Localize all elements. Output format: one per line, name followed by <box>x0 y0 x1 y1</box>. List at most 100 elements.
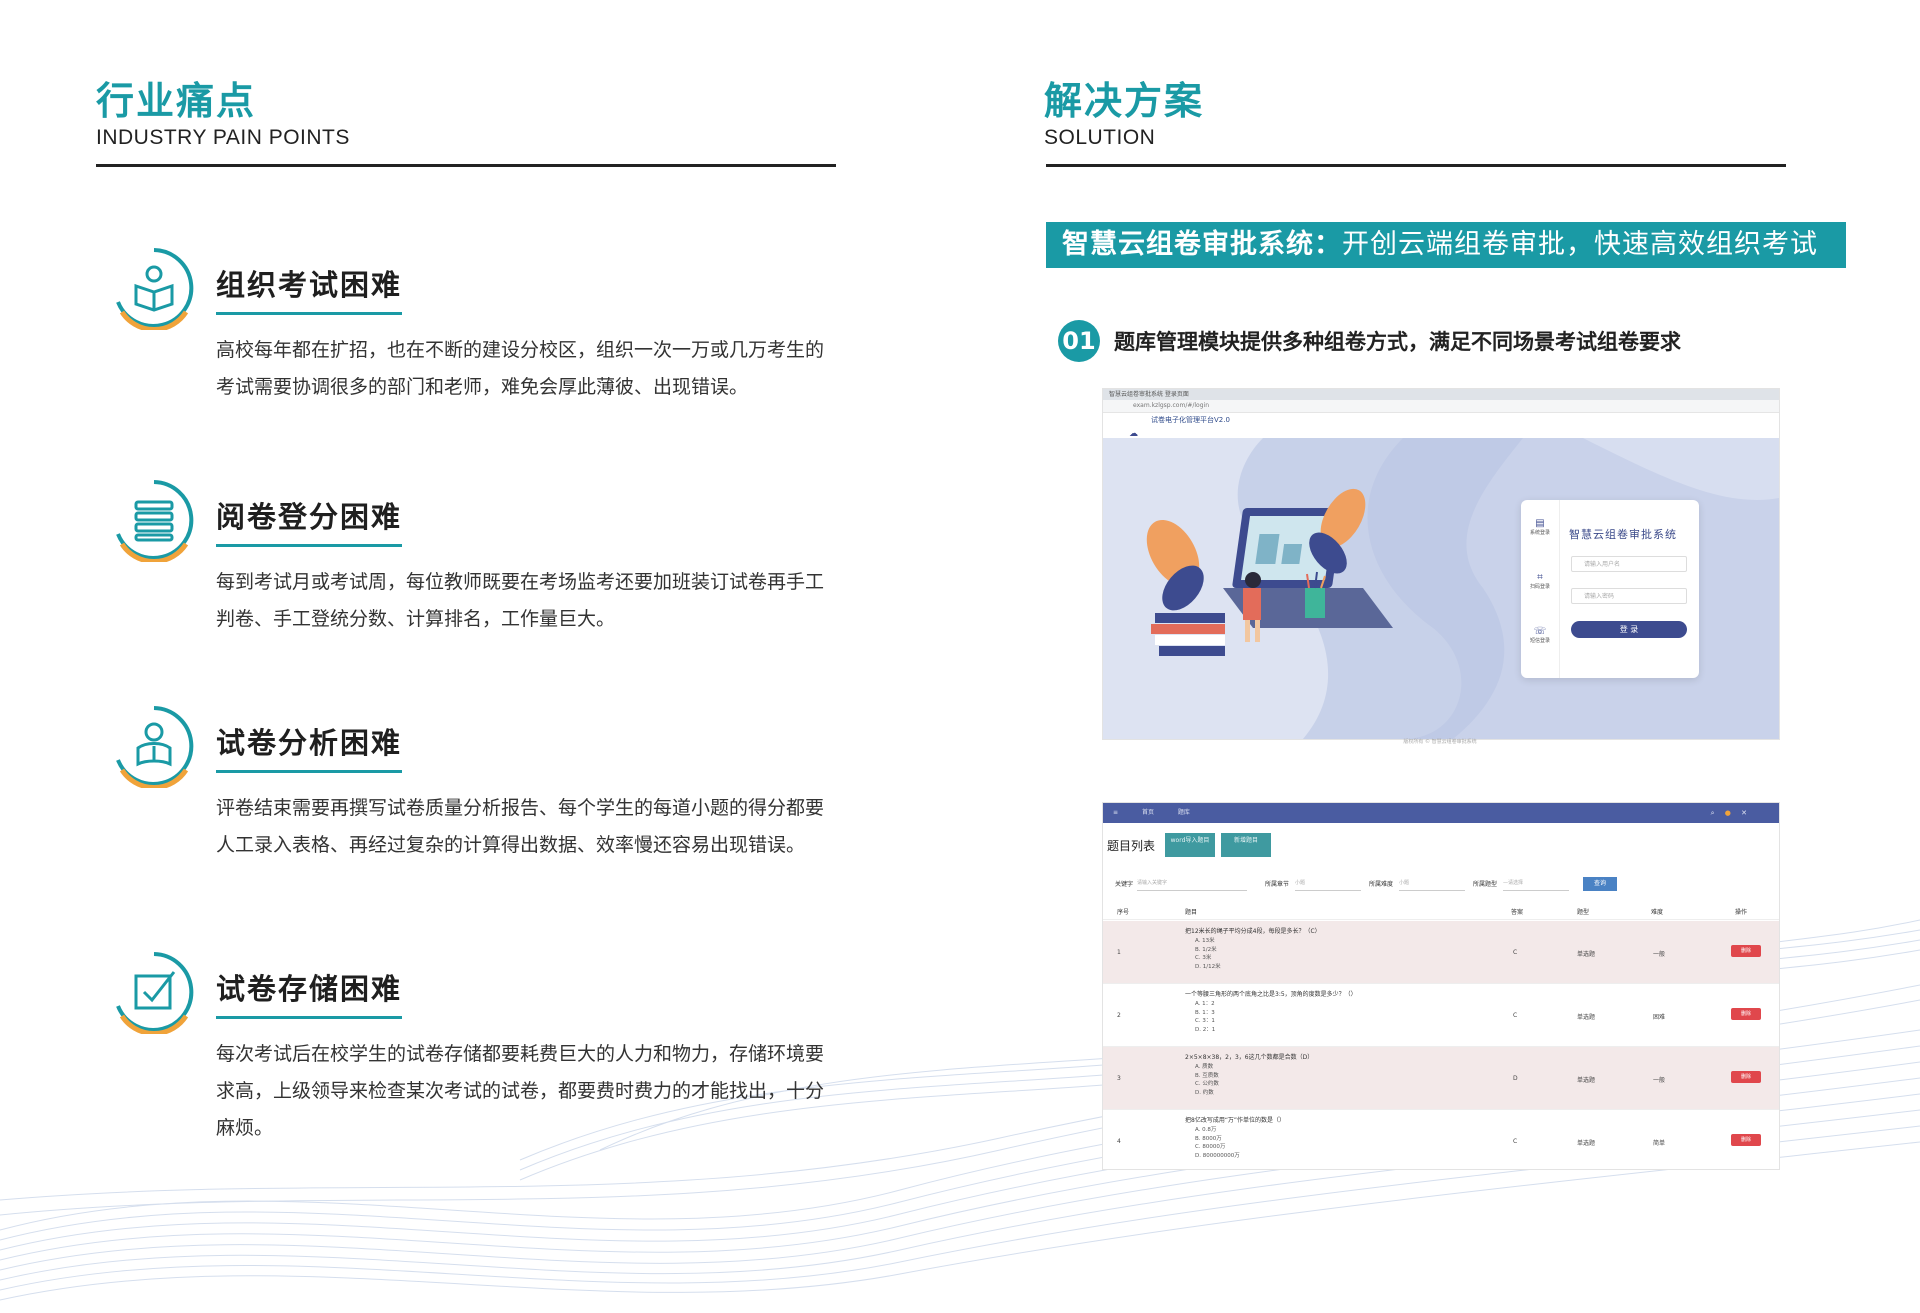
col-type: 题型 <box>1577 909 1590 916</box>
type: 单选题 <box>1577 1014 1596 1021</box>
chapter-label: 所属章节 <box>1265 881 1290 888</box>
checkbox-icon <box>116 952 194 1034</box>
banner-system-name: 智慧云组卷审批系统： <box>1062 229 1342 260</box>
login-footer: 版权所有 © 智慧云组卷审批系统 <box>1403 739 1477 745</box>
query-button[interactable]: 查询 <box>1583 877 1617 891</box>
login-side-tabs: ▤ 系统登录 ⌗ 扫码登录 ☏ 短信登录 <box>1521 500 1560 678</box>
question-text: 把12米长的绳子平均分成4段，每段是多长？（C） <box>1185 928 1321 935</box>
login-hero: ▤ 系统登录 ⌗ 扫码登录 ☏ 短信登录 智慧云组卷审批系统 请输入用户名 请输入密码… <box>1103 438 1779 739</box>
list-title: 题目列表 <box>1107 839 1156 853</box>
word-import-button[interactable]: word导入题目 <box>1165 833 1215 857</box>
question-options: A. 13米 B. 1/2米 C. 3米 D. 1/12米 <box>1195 938 1221 970</box>
col-action: 操作 <box>1735 909 1748 916</box>
top-nav-icons: ⌕ ● ✕ <box>1711 803 1769 823</box>
right-divider <box>1046 164 1786 167</box>
left-section-subtitle: INDUSTRY PAIN POINTS <box>96 126 350 149</box>
side-tab-qrcode[interactable]: ⌗ 扫码登录 <box>1525 572 1555 590</box>
add-question-button[interactable]: 新增题目 <box>1221 833 1271 857</box>
delete-button[interactable]: 删除 <box>1731 1134 1761 1146</box>
delete-button[interactable]: 删除 <box>1731 945 1761 957</box>
pain-point-heading: 组织考试困难 <box>216 262 403 315</box>
login-screenshot: 智慧云组卷审批系统 登录页面 exam.kzlgsp.com/#/login ☁… <box>1102 388 1780 740</box>
nav-home[interactable]: 首页 <box>1142 809 1154 816</box>
difficulty: 困难 <box>1653 1014 1666 1021</box>
banner-slogan: 开创云端组卷审批，快速高效组织考试 <box>1342 229 1818 260</box>
pain-point-3: 试卷分析困难 评卷结束需要再撰写试卷质量分析报告、每个学生的每道小题的得分都要人… <box>112 704 832 904</box>
left-section-title: 行业痛点 <box>96 79 257 123</box>
col-answer: 答案 <box>1511 909 1524 916</box>
login-title: 智慧云组卷审批系统 <box>1569 528 1677 541</box>
top-nav: ≡ 首页 题库 ⌕ ● ✕ <box>1103 803 1779 823</box>
delete-button[interactable]: 删除 <box>1731 1008 1761 1020</box>
point-text: 题库管理模块提供多种组卷方式，满足不同场景考试组卷要求 <box>1114 330 1681 354</box>
keyword-input[interactable]: 请输入关键字 <box>1137 877 1247 891</box>
question-options: A. 0.8万 B. 8000万 C. 80000万 D. 800000000万 <box>1195 1127 1240 1159</box>
browser-tabbar: 智慧云组卷审批系统 登录页面 <box>1103 389 1779 400</box>
type: 单选题 <box>1577 1077 1596 1084</box>
right-section-subtitle: SOLUTION <box>1044 126 1156 149</box>
table-row: 3 2×5×8×38，2，3，6这几个数都是合数（D） A. 质数 B. 互质数 C… <box>1103 1047 1779 1110</box>
question-text: 一个等腰三角形的两个底角之比是3:5，顶角的度数是多少？（） <box>1185 991 1357 998</box>
stack-icon <box>116 480 194 562</box>
qrcode-icon: ⌗ <box>1537 572 1543 583</box>
difficulty-select[interactable]: 小题 <box>1399 877 1465 891</box>
filter-bar: 关键字 请输入关键字 所属章节 小题 所属难度 小题 所属题型 —请选择 查询 <box>1115 877 1765 891</box>
pain-point-heading: 试卷存储困难 <box>216 966 403 1019</box>
password-field[interactable]: 请输入密码 <box>1571 588 1687 604</box>
chapter-select[interactable]: 小题 <box>1295 877 1361 891</box>
pain-point-text: 评卷结束需要再撰写试卷质量分析报告、每个学生的每道小题的得分都要人工录入表格、再… <box>216 797 825 856</box>
keyword-label: 关键字 <box>1115 881 1134 888</box>
col-no: 序号 <box>1117 909 1130 916</box>
phone-icon: ☏ <box>1533 626 1547 637</box>
pain-point-1: 组织考试困难 高校每年都在扩招，也在不断的建设分校区，组织一次一万或几万考生的考… <box>112 246 832 406</box>
right-section-title: 解决方案 <box>1044 79 1205 123</box>
pain-point-heading: 阅卷登分困难 <box>216 494 403 547</box>
question-list-screenshot: ≡ 首页 题库 ⌕ ● ✕ 题目列表 word导入题目 新增题目 关键字 请输入… <box>1102 802 1780 1170</box>
login-button[interactable]: 登 录 <box>1571 621 1687 638</box>
answer: C <box>1513 1012 1518 1019</box>
col-difficulty: 难度 <box>1651 909 1664 916</box>
pain-point-2: 阅卷登分困难 每到考试月或考试周，每位教师既要在考场监考还要加班装订试卷再手工判… <box>112 478 832 638</box>
col-question: 题目 <box>1185 909 1198 916</box>
pain-point-text: 高校每年都在扩招，也在不断的建设分校区，组织一次一万或几万考生的考试需要协调很多… <box>216 339 825 398</box>
answer: C <box>1513 949 1518 956</box>
username-field[interactable]: 请输入用户名 <box>1571 556 1687 572</box>
side-tab-sms[interactable]: ☏ 短信登录 <box>1525 626 1555 644</box>
pain-point-text: 每次考试后在校学生的试卷存储都要耗费巨大的人力和物力，存储环境要求高，上级领导来… <box>216 1043 825 1139</box>
reading-icon <box>116 248 194 330</box>
solution-banner: 智慧云组卷审批系统：开创云端组卷审批，快速高效组织考试 <box>1046 222 1846 268</box>
question-text: 2×5×8×38，2，3，6这几个数都是合数（D） <box>1185 1054 1314 1061</box>
point-number-badge: 01 <box>1058 320 1100 362</box>
table-row: 2 一个等腰三角形的两个底角之比是3:5，顶角的度数是多少？（） A. 1：2 B… <box>1103 984 1779 1047</box>
document-icon: ▤ <box>1535 518 1545 529</box>
pain-point-heading: 试卷分析困难 <box>216 720 403 773</box>
side-tab-account[interactable]: ▤ 系统登录 <box>1525 518 1555 536</box>
search-icon[interactable]: ⌕ <box>1711 809 1715 817</box>
type-select[interactable]: —请选择 <box>1503 877 1569 891</box>
app-name: 试卷电子化管理平台V2.0 <box>1151 416 1230 424</box>
menu-icon[interactable]: ≡ <box>1113 809 1118 816</box>
app-header: ☁ 试卷电子化管理平台V2.0 <box>1103 413 1779 439</box>
login-card: ▤ 系统登录 ⌗ 扫码登录 ☏ 短信登录 智慧云组卷审批系统 请输入用户名 请输入密码… <box>1521 500 1699 678</box>
difficulty: 一般 <box>1653 951 1666 958</box>
difficulty-label: 所属难度 <box>1369 881 1394 888</box>
pain-point-text: 每到考试月或考试周，每位教师既要在考场监考还要加班装订试卷再手工判卷、手工登统分… <box>216 571 825 630</box>
left-divider <box>96 164 836 167</box>
difficulty: 简单 <box>1653 1140 1666 1147</box>
bell-icon[interactable]: ● <box>1725 809 1731 817</box>
answer: D <box>1513 1075 1518 1082</box>
table-row: 1 把12米长的绳子平均分成4段，每段是多长？（C） A. 13米 B. 1/2米… <box>1103 921 1779 984</box>
nav-bank[interactable]: 题库 <box>1178 809 1190 816</box>
delete-button[interactable]: 删除 <box>1731 1071 1761 1083</box>
answer: C <box>1513 1138 1518 1145</box>
table-row: 4 把8亿改写成用“万”作单位的数是（） A. 0.8万 B. 8000万 C. 8… <box>1103 1110 1779 1169</box>
table-header: 序号 题目 答案 题型 难度 操作 <box>1103 903 1779 920</box>
question-text: 把8亿改写成用“万”作单位的数是（） <box>1185 1117 1286 1124</box>
question-options: A. 质数 B. 互质数 C. 公约数 D. 约数 <box>1195 1064 1219 1096</box>
difficulty: 一般 <box>1653 1077 1666 1084</box>
close-icon[interactable]: ✕ <box>1741 809 1747 817</box>
type: 单选题 <box>1577 951 1596 958</box>
question-options: A. 1：2 B. 1：3 C. 3：1 D. 2：1 <box>1195 1001 1216 1033</box>
type-label: 所属题型 <box>1473 881 1498 888</box>
pain-point-4: 试卷存储困难 每次考试后在校学生的试卷存储都要耗费巨大的人力和物力，存储环境要求… <box>112 950 832 1150</box>
